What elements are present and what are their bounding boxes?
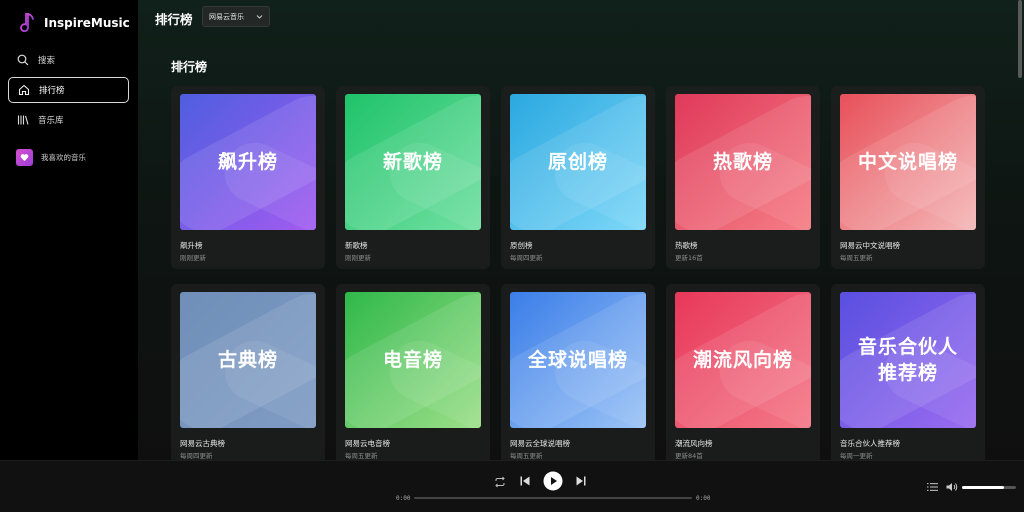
chart-cover-title: 潮流风向榜 bbox=[692, 349, 793, 371]
library-icon bbox=[17, 115, 29, 125]
chart-cover[interactable]: 潮流风向榜 bbox=[675, 292, 811, 428]
chart-cover-title: 全球说唱榜 bbox=[527, 349, 628, 371]
next-track-icon[interactable] bbox=[575, 475, 587, 487]
chart-update-info: 每周五更新 bbox=[345, 452, 378, 460]
chart-update-info: 每周五更新 bbox=[510, 452, 543, 460]
sidebar-item-liked-songs[interactable]: 我喜欢的音乐 bbox=[16, 149, 86, 166]
chart-name: 潮流风向榜 bbox=[675, 439, 713, 448]
chart-cover-title: 新歌榜 bbox=[382, 151, 443, 173]
chart-update-info: 更新84首 bbox=[675, 452, 703, 460]
chart-card[interactable]: 飙升榜 飙升榜 刚刚更新 bbox=[171, 86, 325, 269]
music-source-select[interactable]: 网易云音乐 bbox=[202, 6, 270, 27]
chart-name: 原创榜 bbox=[510, 241, 533, 250]
chart-name: 飙升榜 bbox=[180, 241, 203, 250]
chart-card[interactable]: 新歌榜 新歌榜 刚刚更新 bbox=[336, 86, 490, 269]
queue-list-icon[interactable] bbox=[927, 482, 938, 492]
sidebar: InspireMusic 搜索 排行榜 音乐库 我喜欢的音乐 bbox=[0, 0, 138, 460]
music-note-icon bbox=[20, 13, 34, 33]
chart-name: 网易云古典榜 bbox=[180, 439, 225, 448]
sidebar-item-label: 音乐库 bbox=[38, 116, 64, 126]
chart-cover-title: 飙升榜 bbox=[217, 151, 278, 173]
music-source-value: 网易云音乐 bbox=[209, 12, 244, 21]
chart-card[interactable]: 电音榜网易云电音榜 每周五更新 bbox=[336, 284, 490, 460]
search-icon bbox=[17, 54, 29, 66]
current-time: 0:00 bbox=[396, 495, 411, 502]
chart-cover[interactable]: 热歌榜 bbox=[675, 94, 811, 230]
scrollbar-thumb[interactable] bbox=[1018, 0, 1022, 78]
play-button[interactable] bbox=[543, 471, 563, 491]
chart-cover-title: 音乐合伙人 推荐榜 bbox=[857, 336, 958, 384]
chart-cover-title: 热歌榜 bbox=[712, 151, 773, 173]
previous-track-icon[interactable] bbox=[519, 475, 531, 487]
chart-name: 热歌榜 bbox=[675, 241, 698, 250]
total-time: 0:00 bbox=[696, 495, 711, 502]
chart-update-info: 刚刚更新 bbox=[180, 254, 206, 262]
topbar: 排行榜 网易云音乐 bbox=[138, 0, 1024, 36]
chart-name: 网易云全球说唱榜 bbox=[510, 439, 570, 448]
chart-update-info: 更新16首 bbox=[675, 254, 703, 262]
chart-update-info: 每周一更新 bbox=[840, 452, 873, 460]
volume-slider[interactable] bbox=[962, 486, 1016, 489]
sidebar-item-label: 我喜欢的音乐 bbox=[41, 153, 86, 162]
app-logo[interactable]: InspireMusic bbox=[18, 12, 130, 34]
chart-name: 网易云电音榜 bbox=[345, 439, 390, 448]
chart-cover[interactable]: 原创榜 bbox=[510, 94, 646, 230]
home-icon bbox=[18, 84, 30, 96]
volume-level bbox=[962, 486, 1005, 489]
chart-card[interactable]: 全球说唱榜网易云全球说唱榜 每周五更新 bbox=[501, 284, 655, 460]
chart-card[interactable]: 潮流风向榜 潮流风向榜 更新84首 bbox=[666, 284, 820, 460]
sidebar-item-library[interactable]: 音乐库 bbox=[8, 107, 129, 133]
sidebar-item-label: 搜索 bbox=[38, 56, 56, 66]
sidebar-item-label: 排行榜 bbox=[39, 86, 65, 96]
chart-card[interactable]: 中文说唱榜网易云中文说唱榜 每周五更新 bbox=[831, 86, 985, 269]
page-title: 排行榜 bbox=[155, 12, 193, 27]
chart-name: 音乐合伙人推荐榜 bbox=[840, 439, 900, 448]
chart-cover[interactable]: 飙升榜 bbox=[180, 94, 316, 230]
chart-card[interactable]: 古典榜网易云古典榜 每周四更新 bbox=[171, 284, 325, 460]
app-name: InspireMusic bbox=[44, 16, 130, 30]
chart-update-info: 刚刚更新 bbox=[345, 254, 371, 262]
chart-cover[interactable]: 电音榜 bbox=[345, 292, 481, 428]
heart-icon bbox=[20, 154, 29, 162]
sidebar-item-search[interactable]: 搜索 bbox=[8, 47, 129, 73]
playlist-cover bbox=[16, 149, 33, 166]
sidebar-item-charts[interactable]: 排行榜 bbox=[8, 77, 129, 103]
chart-update-info: 每周五更新 bbox=[840, 254, 873, 262]
chart-cover[interactable]: 新歌榜 bbox=[345, 94, 481, 230]
chart-cover-title: 古典榜 bbox=[217, 349, 278, 371]
chart-cover-title: 电音榜 bbox=[382, 349, 443, 371]
chart-cover-title: 中文说唱榜 bbox=[857, 151, 958, 173]
chart-name: 新歌榜 bbox=[345, 241, 368, 250]
player-bar: 0:00 0:00 bbox=[0, 460, 1024, 512]
chart-cover-title: 原创榜 bbox=[547, 151, 608, 173]
volume-icon[interactable] bbox=[946, 482, 958, 492]
chart-update-info: 每周四更新 bbox=[180, 452, 213, 460]
chart-update-info: 每周四更新 bbox=[510, 254, 543, 262]
chart-cover[interactable]: 中文说唱榜 bbox=[840, 94, 976, 230]
chart-cover[interactable]: 全球说唱榜 bbox=[510, 292, 646, 428]
main-content: 排行榜 网易云音乐 排行榜 飙升榜 飙升榜 刚刚更新 新歌榜 新歌榜 刚刚更新 原创榜 原创榜… bbox=[138, 0, 1024, 460]
chart-name: 网易云中文说唱榜 bbox=[840, 241, 900, 250]
chart-cover[interactable]: 古典榜 bbox=[180, 292, 316, 428]
chevron-down-icon bbox=[256, 15, 263, 19]
chart-cover[interactable]: 音乐合伙人 推荐榜 bbox=[840, 292, 976, 428]
chart-card[interactable]: 原创榜 原创榜 每周四更新 bbox=[501, 86, 655, 269]
progress-bar[interactable] bbox=[414, 497, 692, 499]
chart-card[interactable]: 音乐合伙人 推荐榜 音乐合伙人推荐榜 每周一更新 bbox=[831, 284, 985, 460]
section-title: 排行榜 bbox=[171, 60, 208, 74]
chart-card[interactable]: 热歌榜 热歌榜 更新16首 bbox=[666, 86, 820, 269]
repeat-icon[interactable] bbox=[494, 476, 506, 488]
